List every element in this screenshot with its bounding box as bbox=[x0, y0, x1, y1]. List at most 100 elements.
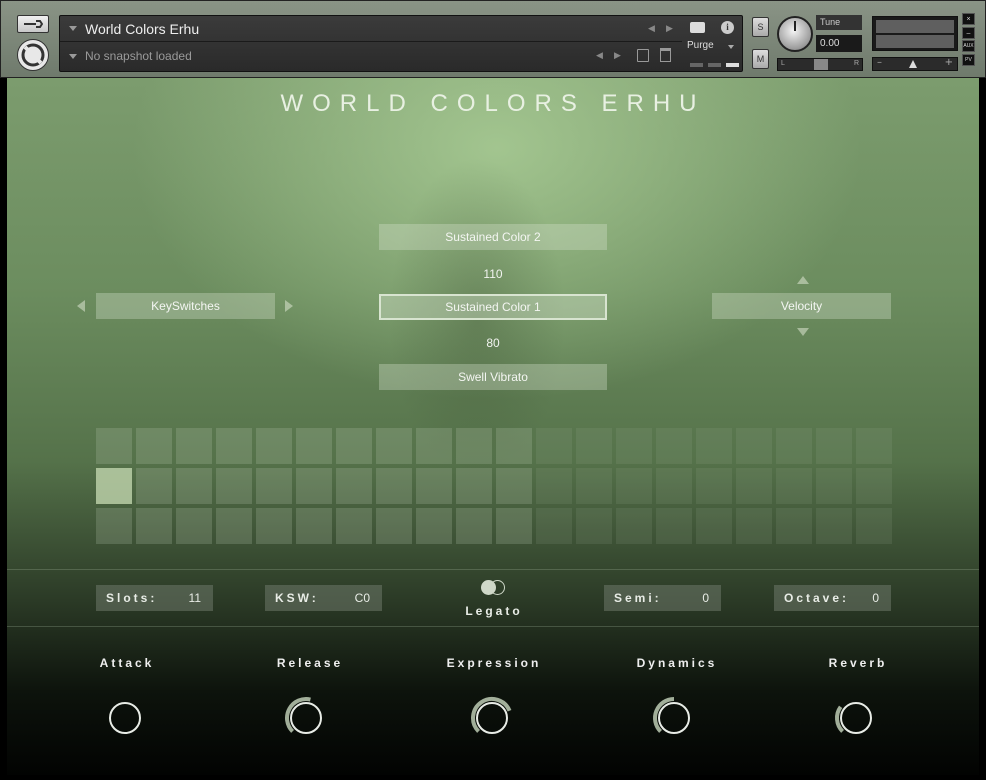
slot-cell[interactable] bbox=[736, 428, 772, 464]
slot-cell[interactable] bbox=[816, 428, 852, 464]
slot-cell[interactable] bbox=[376, 508, 412, 544]
chevron-down-icon[interactable] bbox=[69, 53, 77, 59]
save-icon[interactable] bbox=[637, 49, 649, 62]
slots-field[interactable]: Slots: 11 bbox=[96, 585, 213, 611]
semi-field[interactable]: Semi: 0 bbox=[604, 585, 721, 611]
slot-cell[interactable] bbox=[176, 428, 212, 464]
slot-cell[interactable] bbox=[296, 468, 332, 504]
slot-cell[interactable] bbox=[696, 508, 732, 544]
knob-attack[interactable] bbox=[103, 696, 147, 740]
slot-cell[interactable] bbox=[136, 428, 172, 464]
slot-cell[interactable] bbox=[656, 428, 692, 464]
pv-button[interactable]: PV bbox=[962, 54, 975, 66]
slot-cell[interactable] bbox=[496, 428, 532, 464]
tune-knob[interactable] bbox=[777, 16, 813, 52]
slot-cell[interactable] bbox=[376, 468, 412, 504]
slot-cell[interactable] bbox=[816, 468, 852, 504]
knob-dynamics[interactable] bbox=[652, 696, 696, 740]
next-instrument-icon[interactable]: ▶ bbox=[666, 24, 673, 34]
slot-cell[interactable] bbox=[256, 468, 292, 504]
semi-value[interactable]: 0 bbox=[702, 591, 709, 605]
keyswitches-button[interactable]: KeySwitches bbox=[96, 293, 275, 319]
info-icon[interactable]: i bbox=[721, 21, 734, 34]
purge-chevron-icon[interactable] bbox=[728, 45, 734, 49]
ksw-value[interactable]: C0 bbox=[355, 591, 370, 605]
slot-cell[interactable] bbox=[336, 508, 372, 544]
keyswitch-next-arrow-icon[interactable] bbox=[285, 300, 293, 312]
top-velocity-threshold[interactable]: 110 bbox=[379, 267, 607, 281]
slot-cell[interactable] bbox=[696, 428, 732, 464]
trash-icon[interactable] bbox=[660, 48, 671, 62]
slot-cell[interactable] bbox=[616, 508, 652, 544]
octave-field[interactable]: Octave: 0 bbox=[774, 585, 891, 611]
close-button[interactable]: × bbox=[962, 13, 975, 25]
volume-slider[interactable]: – + bbox=[872, 57, 958, 71]
slot-cell[interactable] bbox=[456, 508, 492, 544]
slot-cell[interactable] bbox=[296, 428, 332, 464]
velocity-button[interactable]: Velocity bbox=[712, 293, 891, 319]
purge-button[interactable]: Purge bbox=[687, 40, 714, 51]
mute-button[interactable]: M bbox=[752, 49, 769, 69]
octave-value[interactable]: 0 bbox=[872, 591, 879, 605]
slot-cell[interactable] bbox=[96, 468, 132, 504]
prev-instrument-icon[interactable]: ◀ bbox=[648, 24, 655, 34]
slot-cell[interactable] bbox=[576, 468, 612, 504]
slot-cell[interactable] bbox=[416, 508, 452, 544]
solo-button[interactable]: S bbox=[752, 17, 769, 37]
slot-cell[interactable] bbox=[296, 508, 332, 544]
slot-cell[interactable] bbox=[456, 428, 492, 464]
aux-button[interactable]: AUX bbox=[962, 40, 975, 52]
slot-cell[interactable] bbox=[576, 508, 612, 544]
chevron-down-icon[interactable] bbox=[69, 26, 77, 31]
snapshot-row[interactable]: No snapshot loaded ◀ ▶ bbox=[60, 43, 682, 69]
slot-cell[interactable] bbox=[216, 508, 252, 544]
slot-cell[interactable] bbox=[616, 468, 652, 504]
slot-cell[interactable] bbox=[256, 508, 292, 544]
slot-cell[interactable] bbox=[776, 428, 812, 464]
slot-cell[interactable] bbox=[856, 428, 892, 464]
slot-cell[interactable] bbox=[176, 468, 212, 504]
slot-cell[interactable] bbox=[336, 428, 372, 464]
slot-cell[interactable] bbox=[856, 508, 892, 544]
pan-handle[interactable] bbox=[814, 59, 828, 70]
slot-cell[interactable] bbox=[696, 468, 732, 504]
slot-cell[interactable] bbox=[776, 508, 812, 544]
slot-cell[interactable] bbox=[416, 468, 452, 504]
slot-cell[interactable] bbox=[496, 508, 532, 544]
slot-cell[interactable] bbox=[456, 468, 492, 504]
volume-handle[interactable] bbox=[909, 60, 917, 68]
keyswitch-prev-arrow-icon[interactable] bbox=[77, 300, 85, 312]
pan-slider[interactable]: L R bbox=[777, 58, 863, 71]
slot-cell[interactable] bbox=[856, 468, 892, 504]
tune-value[interactable]: 0.00 bbox=[816, 35, 862, 52]
slot-cell[interactable] bbox=[96, 428, 132, 464]
ksw-field[interactable]: KSW: C0 bbox=[265, 585, 382, 611]
slot-cell[interactable] bbox=[136, 468, 172, 504]
articulation-top-button[interactable]: Sustained Color 2 bbox=[379, 224, 607, 250]
slot-cell[interactable] bbox=[136, 508, 172, 544]
slot-cell[interactable] bbox=[496, 468, 532, 504]
slot-cell[interactable] bbox=[656, 508, 692, 544]
camera-icon[interactable] bbox=[690, 22, 705, 33]
wrench-icon[interactable] bbox=[17, 15, 49, 33]
velocity-up-arrow-icon[interactable] bbox=[797, 276, 809, 284]
velocity-down-arrow-icon[interactable] bbox=[797, 328, 809, 336]
next-snapshot-icon[interactable]: ▶ bbox=[614, 51, 621, 61]
slot-cell[interactable] bbox=[216, 468, 252, 504]
articulation-bottom-button[interactable]: Swell Vibrato bbox=[379, 364, 607, 390]
slot-cell[interactable] bbox=[176, 508, 212, 544]
slot-cell[interactable] bbox=[376, 428, 412, 464]
slot-cell[interactable] bbox=[256, 428, 292, 464]
legato-toggle[interactable] bbox=[481, 580, 507, 595]
slots-value[interactable]: 11 bbox=[189, 591, 201, 605]
articulation-middle-button[interactable]: Sustained Color 1 bbox=[379, 294, 607, 320]
slot-cell[interactable] bbox=[736, 468, 772, 504]
slot-cell[interactable] bbox=[416, 428, 452, 464]
slot-cell[interactable] bbox=[536, 428, 572, 464]
slot-cell[interactable] bbox=[96, 508, 132, 544]
bottom-velocity-threshold[interactable]: 80 bbox=[379, 336, 607, 350]
slot-cell[interactable] bbox=[336, 468, 372, 504]
slot-cell[interactable] bbox=[576, 428, 612, 464]
slot-cell[interactable] bbox=[216, 428, 252, 464]
slot-cell[interactable] bbox=[816, 508, 852, 544]
